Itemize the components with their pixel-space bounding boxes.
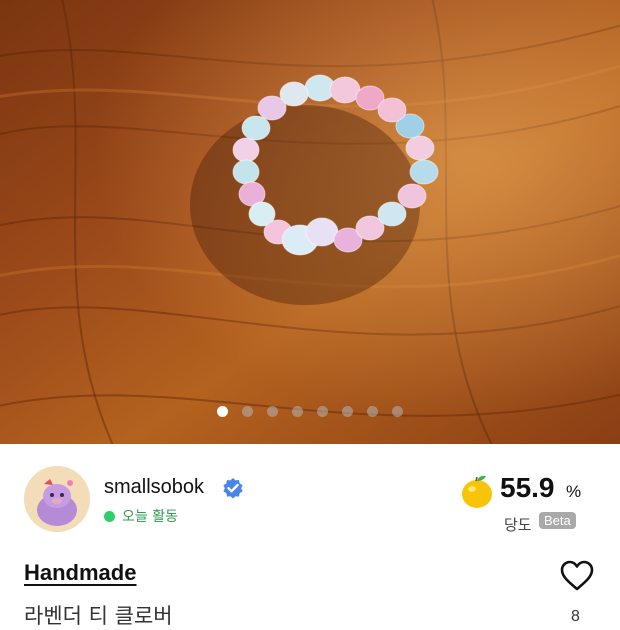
sweetness-score[interactable]: 55.9 % 당도 Beta [456,470,596,536]
verified-badge-icon [222,477,244,499]
heart-icon[interactable] [560,560,594,592]
product-title: 라벤더 티 클로버 [24,604,173,628]
pagination-dot[interactable] [292,406,303,417]
sweetness-unit: % [566,482,582,501]
sweetness-value: 55.9 [500,472,555,503]
gallery-pagination[interactable] [0,406,620,417]
pagination-dot[interactable] [367,406,378,417]
seller-name[interactable]: smallsobok [104,476,204,499]
pagination-dot[interactable] [317,406,328,417]
online-dot-icon [104,510,115,522]
product-photo[interactable] [0,0,620,444]
activity-status-text: 오늘 활동 [122,509,178,525]
activity-status: 오늘 활동 [104,506,178,526]
pagination-dot[interactable] [342,406,353,417]
product-category-link[interactable]: Handmade [24,560,136,586]
pagination-dot[interactable] [267,406,278,417]
ring-photo-image [0,0,620,444]
seller-avatar[interactable] [24,466,90,532]
pagination-dot[interactable] [392,406,403,417]
pagination-dot[interactable] [217,406,228,417]
seller-section: smallsobok 오늘 활동 55.9 % 당도 Beta [24,466,596,536]
like-count: 8 [571,608,580,625]
lemon-icon [458,472,496,510]
pagination-dot[interactable] [242,406,253,417]
avatar-illustration [24,466,90,532]
beta-badge: Beta [539,512,576,529]
sweetness-label: 당도 [504,516,532,534]
